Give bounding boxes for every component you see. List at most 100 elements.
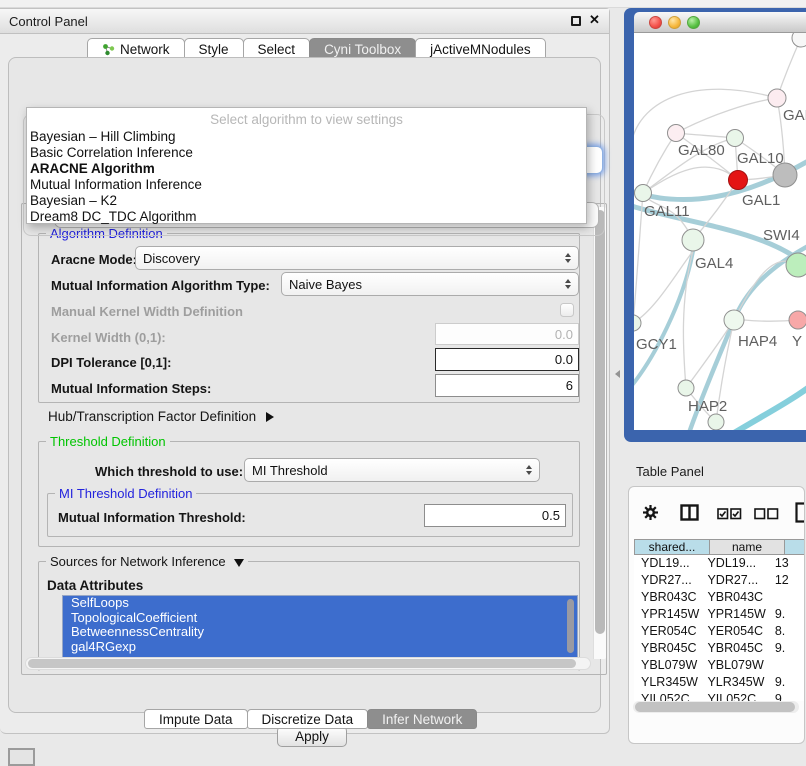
hub-tf-definition-toggle[interactable]: Hub/Transcription Factor Definition — [48, 409, 274, 424]
kernel-width-label: Kernel Width (0,1): — [51, 330, 166, 345]
network-node[interactable] — [678, 380, 694, 396]
panel-title: Control Panel — [9, 14, 88, 29]
table-row[interactable]: YBL079WYBL079W — [634, 657, 805, 674]
aracne-mode-select[interactable]: Discovery — [135, 246, 579, 270]
attribute-item-selfloops[interactable]: SelfLoops — [63, 596, 577, 611]
minimize-window-icon[interactable] — [668, 16, 681, 29]
table-row[interactable]: YPR145WYPR145W9. — [634, 606, 805, 623]
network-node[interactable] — [724, 310, 744, 330]
table-cell: YBR045C — [634, 640, 702, 657]
column-header-shared[interactable]: shared... — [634, 539, 710, 555]
network-edge[interactable] — [634, 89, 777, 140]
settings-horizontal-scrollbar[interactable] — [25, 657, 591, 670]
select-all-columns-icon[interactable] — [717, 507, 742, 525]
attribute-item-topologicalcoefficient[interactable]: TopologicalCoefficient — [63, 611, 577, 626]
table-cell: 13 — [770, 555, 805, 572]
table-row[interactable]: YIL052CYIL052C9 — [634, 691, 805, 701]
tab-label: Style — [199, 42, 229, 57]
mi-algorithm-type-select[interactable]: Naive Bayes — [281, 272, 579, 296]
float-panel-icon[interactable] — [571, 16, 581, 26]
network-edge[interactable] — [643, 167, 738, 193]
new-table-icon[interactable] — [795, 502, 805, 528]
table-cell: 9. — [770, 640, 805, 657]
table-rows: YDL19...YDL19...13YDR27...YDR27...12YBR0… — [634, 555, 805, 701]
close-panel-icon[interactable]: ✕ — [589, 12, 600, 28]
data-attributes-list[interactable]: SelfLoopsTopologicalCoefficientBetweenne… — [62, 595, 578, 659]
network-node[interactable] — [682, 229, 704, 251]
network-edge[interactable] — [676, 98, 777, 133]
network-node[interactable] — [727, 130, 744, 147]
network-edge[interactable] — [683, 251, 693, 388]
which-threshold-select[interactable]: MI Threshold — [244, 458, 540, 482]
algorithm-option-dream8-dc-tdc-algorithm[interactable]: Dream8 DC_TDC Algorithm — [30, 209, 583, 225]
table-row[interactable]: YDL19...YDL19...13 — [634, 555, 805, 572]
column-header-name[interactable]: name — [710, 539, 785, 555]
split-columns-icon[interactable] — [680, 504, 699, 526]
deselect-all-columns-icon[interactable] — [754, 507, 779, 525]
algorithm-option-basic-correlation-inference[interactable]: Basic Correlation Inference — [30, 145, 583, 161]
network-node[interactable] — [789, 311, 806, 329]
tab-infer-network[interactable]: Infer Network — [367, 709, 477, 729]
table-row[interactable]: YDR27...YDR27...12 — [634, 572, 805, 589]
tab-impute-data[interactable]: Impute Data — [144, 709, 248, 729]
tab-label: Impute Data — [159, 712, 233, 727]
network-node[interactable] — [786, 253, 806, 277]
scrollbar-thumb[interactable] — [635, 702, 795, 712]
algorithm-option-bayesian-hill-climbing[interactable]: Bayesian – Hill Climbing — [30, 129, 583, 145]
table-row[interactable]: YBR043CYBR043C — [634, 589, 805, 606]
node-label-y: Y — [792, 333, 802, 350]
network-edge[interactable] — [643, 133, 676, 193]
column-header-col2[interactable] — [785, 539, 805, 555]
table-horizontal-scrollbar[interactable] — [633, 701, 799, 713]
algorithm-option-mutual-information-inference[interactable]: Mutual Information Inference — [30, 177, 583, 193]
mi-threshold-input[interactable]: 0.5 — [424, 504, 566, 527]
sources-group-title[interactable]: Sources for Network Inference — [46, 554, 248, 569]
network-canvas[interactable]: GALGAL80GAL10GAL1GAL11SWI4GAL4GCY1HAP4YH… — [634, 33, 806, 430]
scrollbar-thumb[interactable] — [595, 210, 605, 634]
node-label-gal10: GAL10 — [737, 150, 784, 167]
network-edge[interactable] — [777, 38, 801, 98]
network-node[interactable] — [729, 171, 748, 190]
table-cell: YBR045C — [702, 640, 769, 657]
network-window-titlebar[interactable] — [634, 12, 806, 33]
table-row[interactable]: YBR045CYBR045C9. — [634, 640, 805, 657]
node-label-gal1: GAL1 — [742, 192, 780, 209]
network-node[interactable] — [792, 33, 806, 47]
stepper-icon — [565, 279, 571, 289]
network-view-window[interactable]: GALGAL80GAL10GAL1GAL11SWI4GAL4GCY1HAP4YH… — [624, 8, 806, 442]
attribute-item-gal4rgexp[interactable]: gal4RGexp — [63, 640, 577, 655]
close-window-icon[interactable] — [649, 16, 662, 29]
algorithm-option-bayesian-k2[interactable]: Bayesian – K2 — [30, 193, 583, 209]
dpi-tolerance-input[interactable]: 0.0 — [435, 348, 579, 371]
tab-label: Network — [120, 42, 170, 57]
table-toolbar — [629, 501, 804, 529]
settings-vertical-scrollbar[interactable] — [593, 207, 606, 659]
network-graph[interactable]: GALGAL80GAL10GAL1GAL11SWI4GAL4GCY1HAP4YH… — [634, 33, 806, 430]
network-node[interactable] — [668, 125, 685, 142]
attribute-item-betweennesscentrality[interactable]: BetweennessCentrality — [63, 625, 577, 640]
apply-button[interactable]: Apply — [277, 726, 347, 747]
gear-icon[interactable] — [642, 504, 659, 526]
tab-discretize-data[interactable]: Discretize Data — [247, 709, 369, 729]
scrollbar-thumb[interactable] — [28, 659, 576, 668]
table-cell — [770, 589, 805, 606]
network-node[interactable] — [768, 89, 786, 107]
network-edge[interactable] — [634, 193, 643, 323]
splitter-collapse-icon[interactable] — [615, 370, 620, 378]
which-threshold-value: MI Threshold — [252, 463, 520, 478]
zoom-window-icon[interactable] — [687, 16, 700, 29]
mi-steps-input[interactable]: 6 — [435, 374, 579, 397]
kernel-width-input[interactable]: 0.0 — [435, 323, 579, 345]
manual-kernel-checkbox[interactable] — [560, 303, 574, 317]
collapsed-panel-box[interactable] — [8, 748, 35, 766]
algorithm-option-aracne-algorithm[interactable]: ARACNE Algorithm — [30, 161, 583, 177]
network-node[interactable] — [708, 414, 724, 430]
network-node[interactable] — [635, 185, 652, 202]
table-row[interactable]: YLR345WYLR345W9. — [634, 674, 805, 691]
screen: Control Panel ✕ NetworkStyleSelectCyni T… — [0, 0, 806, 762]
algorithm-dropdown-popup: Select algorithm to view settings Bayesi… — [26, 107, 587, 224]
table-cell: YBL079W — [634, 657, 702, 674]
table-row[interactable]: YER054CYER054C8. — [634, 623, 805, 640]
list-scrollbar[interactable] — [567, 599, 574, 653]
network-edge-thick[interactable] — [734, 385, 806, 430]
